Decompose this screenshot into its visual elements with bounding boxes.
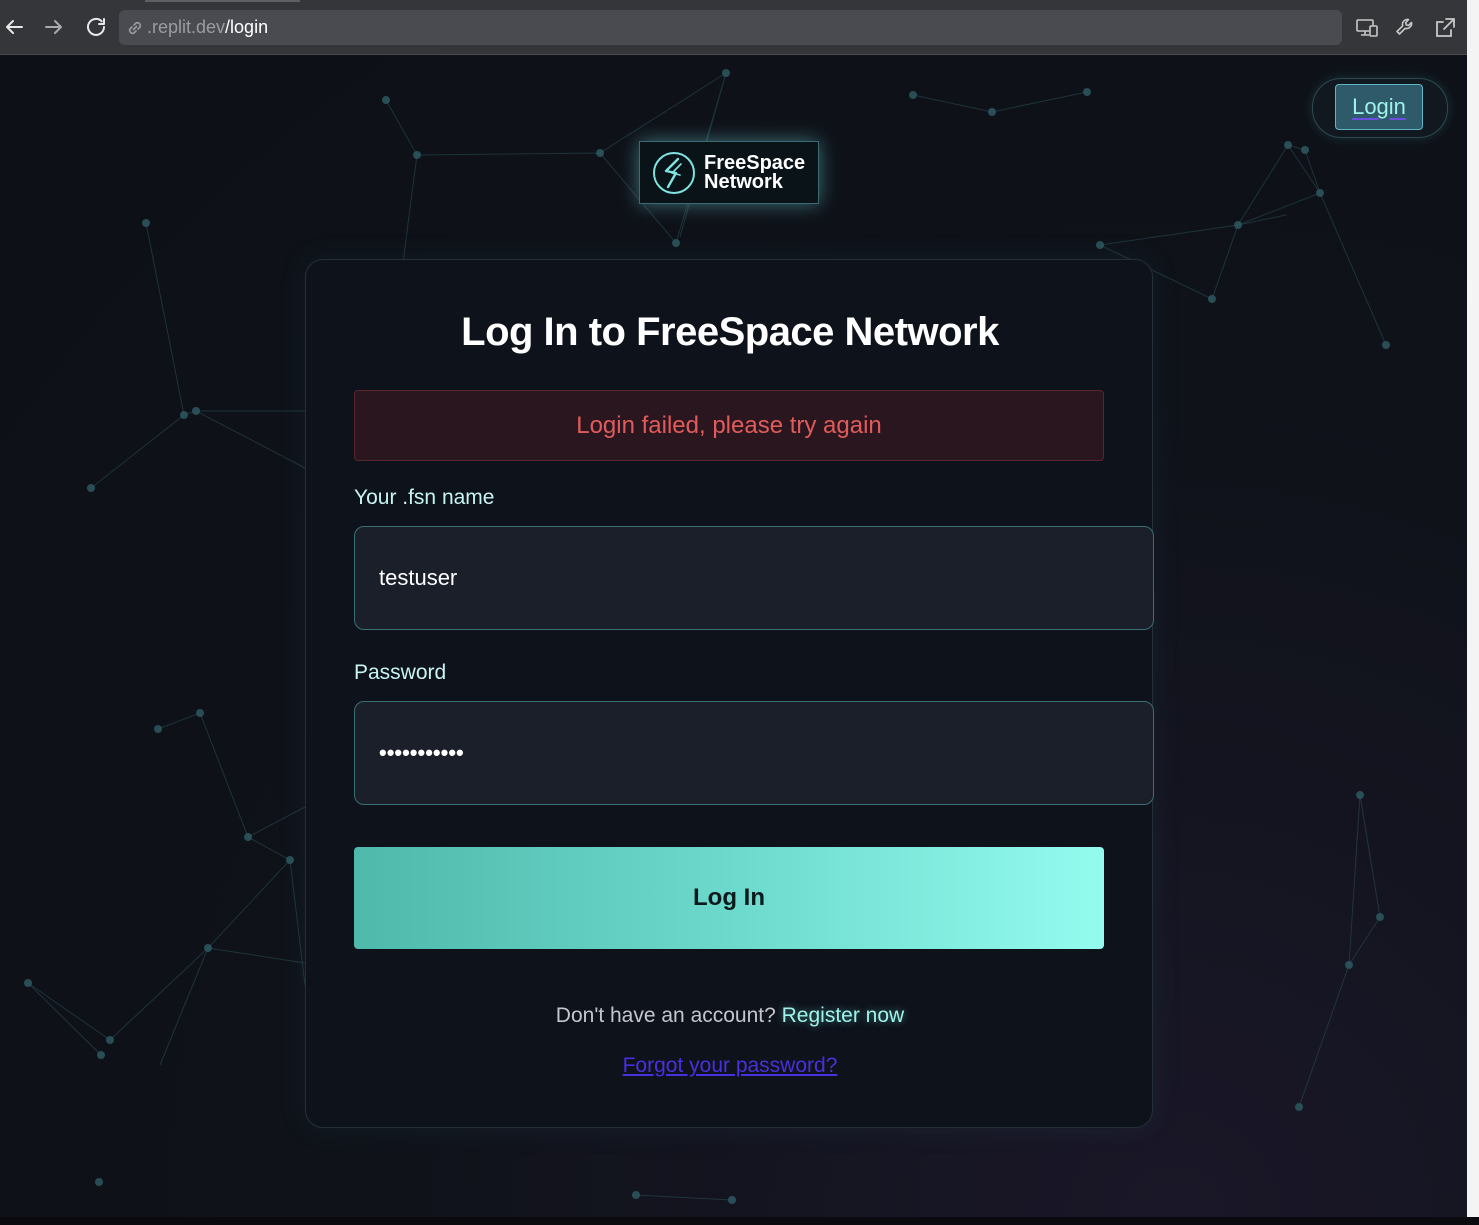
window-edge-right <box>1467 0 1479 1225</box>
error-alert: Login failed, please try again <box>354 390 1104 461</box>
password-value: ••••••••••• <box>379 740 464 765</box>
browser-toolbar: .replit.dev/login <box>0 0 1467 55</box>
reload-icon[interactable] <box>82 13 110 41</box>
password-input[interactable]: ••••••••••• <box>354 701 1154 805</box>
login-card: Log In to FreeSpace Network Login failed… <box>305 259 1154 1128</box>
url-domain: .replit.dev <box>147 17 226 37</box>
external-link-icon[interactable] <box>1432 15 1458 41</box>
site-logo[interactable]: FreeSpace Network <box>639 141 819 204</box>
logo-wordmark: FreeSpace Network <box>704 151 806 193</box>
arrow-left-icon[interactable] <box>0 13 28 41</box>
url-text: .replit.dev/login <box>147 17 268 38</box>
window-edge-bottom <box>0 1217 1479 1225</box>
login-page: Login FreeSpace Network Log In to FreeSp… <box>0 55 1467 1217</box>
url-path: /login <box>225 17 269 37</box>
address-bar[interactable]: .replit.dev/login <box>119 10 1342 45</box>
browser-window: .replit.dev/login Login FreeSpace Networ… <box>0 0 1467 1217</box>
logo-line-1: FreeSpace <box>704 151 806 174</box>
register-link[interactable]: Register now <box>782 1004 905 1027</box>
active-tab-indicator <box>145 0 300 2</box>
username-value: testuser <box>379 565 458 590</box>
page-title: Log In to FreeSpace Network <box>461 310 999 354</box>
password-label: Password <box>354 661 447 684</box>
login-submit-button[interactable]: Log In <box>354 847 1104 949</box>
devices-icon[interactable] <box>1354 15 1380 41</box>
register-prompt-line: Don't have an account? Register now <box>306 1004 1154 1028</box>
username-input[interactable]: testuser <box>354 526 1154 630</box>
wrench-icon[interactable] <box>1393 15 1419 41</box>
header-login-button[interactable]: Login <box>1335 84 1423 130</box>
freespace-logo-icon <box>653 151 695 194</box>
link-icon <box>125 18 145 38</box>
forgot-password-link[interactable]: Forgot your password? <box>306 1054 1154 1078</box>
arrow-right-icon[interactable] <box>40 13 68 41</box>
logo-line-2: Network <box>704 170 783 193</box>
register-prompt: Don't have an account? <box>555 1004 776 1027</box>
username-label: Your .fsn name <box>354 486 495 509</box>
